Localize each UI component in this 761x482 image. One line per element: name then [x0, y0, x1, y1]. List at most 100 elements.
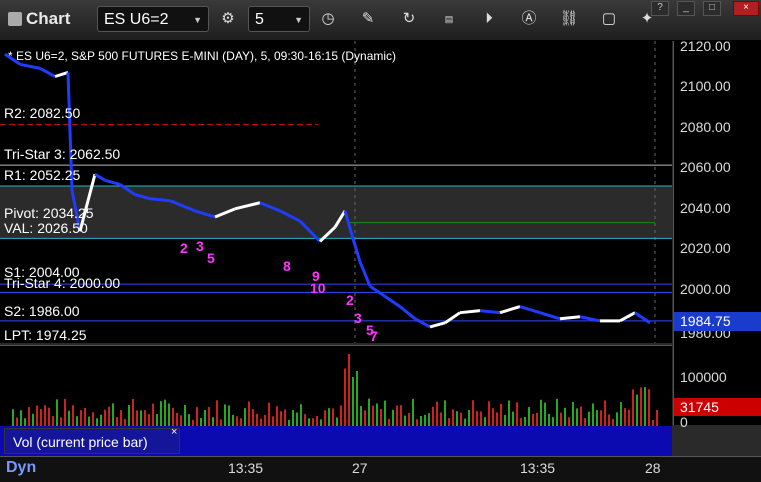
volume-bar	[464, 418, 466, 426]
price-bar-segment	[444, 311, 461, 325]
volume-bar	[196, 407, 198, 426]
volume-bar	[128, 405, 130, 426]
value-area-zone	[0, 185, 672, 239]
volume-bar	[176, 412, 178, 426]
volume-bar	[384, 400, 386, 426]
price-bar-segment	[384, 295, 401, 308]
volume-bar	[308, 418, 310, 426]
volume-bar	[560, 412, 562, 426]
pencil-icon[interactable]: ✎	[357, 8, 379, 30]
maximize-button[interactable]: □	[703, 1, 721, 16]
chevron-down-icon[interactable]: ▼	[193, 7, 202, 33]
level-label-tristar3: Tri-Star 3: 2062.50	[4, 146, 121, 162]
clock-icon[interactable]: ◷	[317, 8, 339, 30]
volume-bar	[276, 406, 278, 426]
volume-bar	[436, 401, 438, 426]
volume-bar	[500, 403, 502, 426]
price-bar-segment	[39, 67, 56, 78]
help-button[interactable]: ?	[651, 1, 669, 16]
volume-bar	[412, 398, 414, 426]
price-bar-segment	[104, 178, 121, 186]
volume-bar	[536, 412, 538, 426]
price-tick: 2080.00	[680, 119, 731, 135]
gear-icon[interactable]: ⚙	[217, 8, 239, 30]
close-button[interactable]: ×	[733, 1, 759, 16]
price-tick: 2060.00	[680, 159, 731, 175]
volume-bar	[144, 410, 146, 426]
count-marker: 2	[180, 240, 188, 256]
refresh-icon[interactable]: ↻	[398, 8, 420, 30]
volume-bar	[592, 403, 594, 426]
volume-bar	[84, 407, 86, 426]
chart-header: * ES U6=2, S&P 500 FUTURES E-MINI (DAY),…	[8, 49, 397, 63]
volume-bar	[140, 410, 142, 426]
time-tick: 27	[352, 460, 368, 476]
volume-bar	[12, 409, 14, 426]
volume-bar	[540, 399, 542, 426]
volume-bar	[484, 417, 486, 426]
volume-bar	[24, 418, 26, 426]
volume-bar	[296, 412, 298, 426]
volume-bar	[656, 409, 658, 426]
volume-bar	[152, 403, 154, 426]
count-marker: 3	[354, 310, 362, 326]
volume-bar	[584, 418, 586, 426]
volume-bar	[244, 408, 246, 426]
comment-icon[interactable]: ▢	[598, 8, 620, 30]
count-marker: 7	[370, 328, 378, 344]
volume-bar	[424, 414, 426, 426]
play-icon[interactable]: ⏵	[478, 8, 500, 30]
price-bar-segment	[358, 261, 372, 287]
volume-bar	[108, 406, 110, 426]
price-chart-area[interactable]	[0, 41, 672, 346]
volume-bar	[180, 415, 182, 426]
price-bar-segment	[414, 317, 431, 329]
volume-panel[interactable]	[0, 345, 672, 426]
volume-bar	[348, 354, 350, 426]
volume-bar	[392, 409, 394, 426]
alert-icon[interactable]: Ⓐ	[518, 8, 540, 30]
level-label-val: VAL: 2026.50	[4, 220, 88, 236]
volume-bar	[156, 414, 158, 426]
volume-bar	[624, 408, 626, 426]
price-bar-segment	[350, 234, 362, 263]
symbol-select[interactable]: ES U6=2 ▼	[97, 6, 209, 32]
close-icon[interactable]: ×	[171, 426, 177, 438]
chevron-down-icon[interactable]: ▼	[294, 7, 303, 33]
volume-bar	[20, 410, 22, 426]
price-bar-segment	[19, 62, 41, 70]
last-price-badge: 1984.75	[674, 312, 761, 331]
volume-bar	[456, 411, 458, 426]
volume-bar	[96, 418, 98, 426]
interval-select[interactable]: 5 ▼	[248, 6, 310, 32]
volume-bar	[460, 412, 462, 426]
volume-bar	[204, 409, 206, 426]
volume-bar	[620, 402, 622, 426]
volume-bar	[396, 405, 398, 426]
level-label-pivot: Pivot: 2034.25	[4, 205, 94, 221]
window-title: Chart	[26, 9, 71, 28]
time-tick: 28	[645, 460, 661, 476]
price-tick: 2120.00	[680, 38, 731, 54]
volume-bar	[580, 406, 582, 426]
volume-bar	[552, 417, 554, 426]
price-bar-segment	[619, 311, 636, 323]
news-icon[interactable]: ▤	[438, 8, 460, 30]
price-bar-segment	[54, 71, 69, 78]
volume-bar	[212, 417, 214, 426]
dynamic-mode-label[interactable]: Dyn	[6, 459, 36, 477]
volume-bar	[232, 414, 234, 426]
minimize-button[interactable]: _	[677, 1, 695, 16]
volume-bar	[56, 399, 58, 426]
price-axis[interactable]: 2120.00 2100.00 2080.00 2060.00 2040.00 …	[673, 38, 761, 345]
volume-bar	[36, 405, 38, 426]
volume-indicator-label[interactable]: Vol (current price bar)	[4, 428, 180, 454]
volume-bar	[520, 418, 522, 426]
symbol-value: ES U6=2	[104, 11, 169, 28]
count-marker: 5	[207, 250, 215, 266]
volume-bar	[548, 413, 550, 426]
volume-bar	[408, 413, 410, 426]
price-bar-segment	[539, 311, 561, 321]
volume-bar	[88, 416, 90, 426]
link-icon[interactable]: ⛓	[558, 8, 580, 30]
